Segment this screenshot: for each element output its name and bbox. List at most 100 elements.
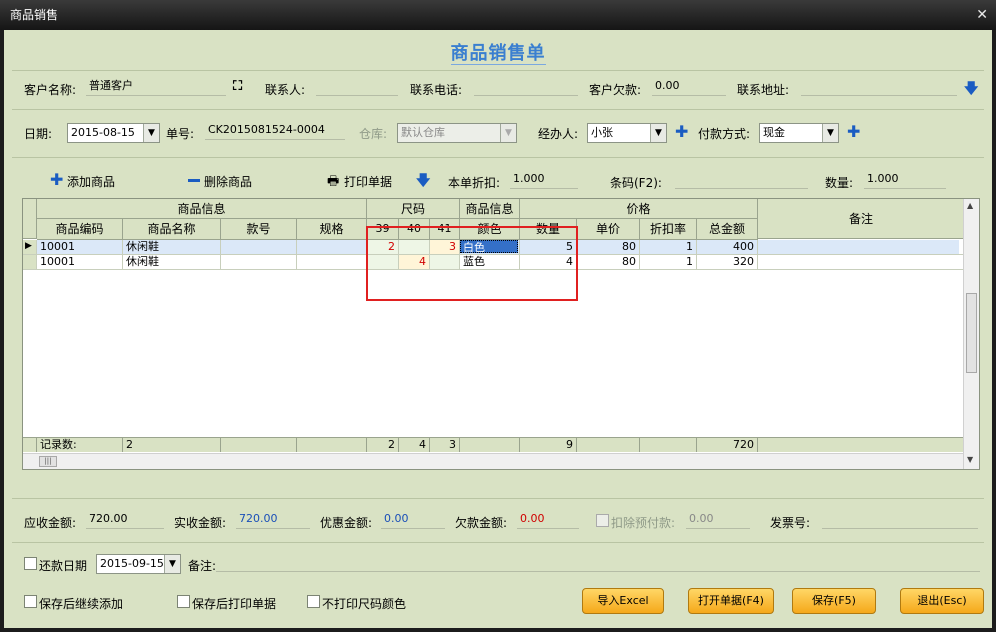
footer-size-40-total: 4 — [399, 437, 430, 452]
form-title: 商品销售单 — [450, 43, 546, 65]
window-title: 商品销售 — [10, 8, 59, 22]
table-cell-name[interactable]: 休闲鞋 — [123, 255, 221, 270]
scroll-up-icon[interactable]: ▲ — [967, 201, 973, 210]
group-header-product-info: 商品信息 — [37, 199, 367, 219]
barcode-field[interactable] — [675, 171, 808, 189]
chevron-down-icon[interactable]: ▼ — [164, 555, 180, 573]
column-header-discount[interactable]: 折扣率 — [640, 219, 697, 240]
arrow-down-icon[interactable]: 🡇 — [964, 78, 978, 102]
continue-add-label[interactable]: 保存后继续添加 — [39, 595, 123, 612]
scroll-down-icon[interactable]: ▼ — [967, 455, 973, 464]
import-excel-button[interactable]: 导入Excel — [582, 588, 664, 614]
add-payment-icon[interactable]: ✚ — [847, 124, 860, 140]
table-cell-remark[interactable] — [758, 240, 965, 255]
table-cell-total[interactable]: 400 — [697, 240, 758, 255]
divider — [12, 157, 984, 158]
contact-field[interactable] — [316, 78, 398, 96]
binoculars-icon[interactable]: ⛶ — [233, 79, 242, 94]
row-header-corner — [23, 199, 37, 239]
row-header[interactable] — [23, 255, 37, 270]
no-print-size-label[interactable]: 不打印尺码颜色 — [322, 595, 406, 612]
column-header-unit-price[interactable]: 单价 — [577, 219, 640, 240]
table-cell-unit-price[interactable]: 80 — [577, 255, 640, 270]
table-cell-style[interactable] — [221, 255, 297, 270]
column-header-spec[interactable]: 规格 — [297, 219, 367, 240]
add-product-button[interactable]: 添加商品 — [67, 173, 115, 190]
add-handler-icon[interactable]: ✚ — [675, 124, 688, 140]
save-button[interactable]: 保存(F5) — [792, 588, 876, 614]
table-cell-spec[interactable] — [297, 255, 367, 270]
table-cell-discount[interactable]: 1 — [640, 240, 697, 255]
order-no-label: 单号: — [166, 127, 195, 141]
group-header-price: 价格 — [520, 199, 758, 219]
chevron-down-icon[interactable]: ▼ — [650, 124, 666, 142]
payment-select[interactable]: 现金 ▼ — [759, 123, 839, 143]
column-header-code[interactable]: 商品编码 — [37, 219, 123, 240]
table-cell-name[interactable]: 休闲鞋 — [123, 240, 221, 255]
divider — [12, 498, 984, 499]
phone-field[interactable] — [474, 78, 578, 96]
group-header-size: 尺码 — [367, 199, 460, 219]
prepaid-label: 扣除预付款: — [611, 516, 676, 530]
received-field[interactable]: 720.00 — [236, 511, 310, 529]
title-bar: 商品销售 ✕ — [0, 0, 996, 30]
invoice-label: 发票号: — [770, 516, 811, 530]
printer-icon[interactable]: 🖶 — [327, 172, 339, 194]
table-cell-unit-price[interactable]: 80 — [577, 240, 640, 255]
divider — [12, 109, 984, 110]
arrow-down-icon[interactable]: 🡇 — [416, 170, 430, 194]
scroll-thumb[interactable] — [966, 293, 977, 373]
continue-add-checkbox[interactable] — [24, 595, 37, 608]
table-cell-code[interactable]: 10001 — [37, 255, 123, 270]
open-document-button[interactable]: 打开单据(F4) — [688, 588, 774, 614]
customer-name-field[interactable]: 普通客户 — [86, 78, 226, 96]
footer-record-label: 记录数: — [37, 437, 123, 452]
minus-icon[interactable] — [188, 179, 200, 182]
qty-label: 数量: — [825, 176, 854, 190]
close-icon[interactable]: ✕ — [976, 0, 988, 30]
add-product-icon[interactable]: ✚ — [50, 172, 63, 188]
table-cell-remark[interactable] — [758, 255, 965, 270]
contact-label: 联系人: — [265, 83, 306, 97]
divider — [12, 70, 984, 71]
table-cell-total[interactable]: 320 — [697, 255, 758, 270]
repay-date-checkbox[interactable] — [24, 557, 37, 570]
print-after-checkbox[interactable] — [177, 595, 190, 608]
delete-product-button[interactable]: 删除商品 — [204, 173, 252, 190]
column-header-total[interactable]: 总金额 — [697, 219, 758, 240]
no-print-size-checkbox[interactable] — [307, 595, 320, 608]
order-no-field: CK2015081524-0004 — [205, 122, 345, 140]
sales-window: 商品销售 ✕ 商品销售单 客户名称: 普通客户 ⛶ 联系人: 联系电话: 客户欠… — [0, 0, 996, 632]
handler-select[interactable]: 小张 ▼ — [587, 123, 667, 143]
row-pointer-icon[interactable]: ▶ — [23, 240, 37, 255]
receivable-label: 应收金额: — [24, 516, 77, 530]
repay-date-label: 还款日期 — [39, 559, 88, 573]
chevron-down-icon[interactable]: ▼ — [822, 124, 838, 142]
address-field[interactable] — [801, 78, 957, 96]
discount-field[interactable]: 1.000 — [510, 171, 578, 189]
table-cell-spec[interactable] — [297, 240, 367, 255]
date-picker[interactable]: 2015-08-15 ▼ — [67, 123, 160, 143]
scroll-thumb[interactable]: ||| — [39, 456, 57, 467]
vertical-scrollbar[interactable]: ▲ ▼ — [963, 199, 979, 469]
print-button[interactable]: 打印单据 — [344, 173, 392, 190]
table-cell-code[interactable]: 10001 — [37, 240, 123, 255]
receivable-field: 720.00 — [86, 511, 164, 529]
received-label: 实收金额: — [174, 516, 227, 530]
discount-amount-field[interactable]: 0.00 — [381, 511, 445, 529]
column-header-style[interactable]: 款号 — [221, 219, 297, 240]
table-cell-style[interactable] — [221, 240, 297, 255]
column-header-name[interactable]: 商品名称 — [123, 219, 221, 240]
table-cell-discount[interactable]: 1 — [640, 255, 697, 270]
invoice-field[interactable] — [822, 511, 978, 529]
chevron-down-icon[interactable]: ▼ — [143, 124, 159, 142]
group-header-product-info2: 商品信息 — [460, 199, 520, 219]
remark-field[interactable] — [216, 554, 980, 572]
qty-field[interactable]: 1.000 — [864, 171, 946, 189]
column-header-remark[interactable]: 备注 — [758, 199, 965, 239]
repay-date-picker[interactable]: 2015-09-15 ▼ — [96, 554, 181, 574]
barcode-label: 条码(F2): — [610, 176, 662, 190]
horizontal-scrollbar[interactable]: ||| — [23, 453, 963, 469]
exit-button[interactable]: 退出(Esc) — [900, 588, 984, 614]
print-after-label[interactable]: 保存后打印单据 — [192, 595, 276, 612]
